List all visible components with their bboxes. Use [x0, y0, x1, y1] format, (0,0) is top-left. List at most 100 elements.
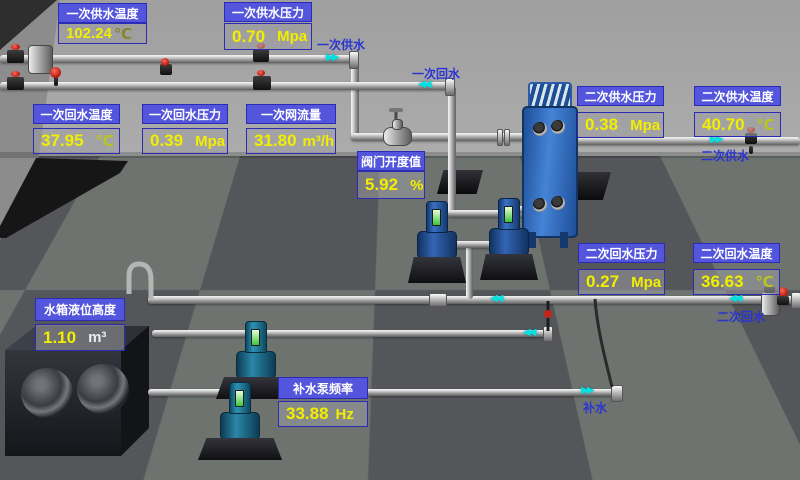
control-valve-bonnet [392, 119, 403, 130]
pipe-label-primary-supply: 一次供水 [317, 36, 365, 53]
value-number: 0.27 [586, 272, 619, 292]
value-unit: m³ [88, 329, 106, 346]
pipe-label-secondary-supply: 二次供水 [701, 147, 749, 164]
shutoff-valve [777, 296, 789, 305]
value-unit: Hz [336, 406, 354, 423]
panel-value: 31.80 m³/h [246, 128, 336, 154]
exchanger-port [533, 198, 547, 212]
pump-motor [498, 198, 520, 230]
panel-label: 水箱液位高度 [35, 298, 125, 321]
panel-value: 33.88 Hz [278, 401, 368, 427]
panel-secondary-return-temp[interactable]: 二次回水温度 36.63 ℃ [693, 243, 780, 295]
value-unit: Mpa [631, 274, 661, 291]
value-number: 0.39 [150, 131, 183, 151]
tank-fill-pipe [129, 264, 151, 299]
strainer-pot [28, 45, 53, 74]
value-number: 36.63 [701, 272, 744, 292]
value-unit: ℃ [757, 116, 775, 134]
heat-exchanger-leg [560, 232, 568, 248]
panel-value: 37.95 ℃ [33, 128, 120, 154]
exchanger-port [551, 120, 565, 134]
panel-secondary-supply-pressure[interactable]: 二次供水压力 0.38 Mpa [577, 86, 664, 138]
pump-base [408, 257, 466, 283]
panel-label: 一次供水温度 [58, 3, 147, 23]
drain-valve-icon [50, 67, 61, 78]
panel-value: 0.27 Mpa [578, 269, 665, 295]
shutoff-valve [253, 76, 271, 90]
panel-tank-level[interactable]: 水箱液位高度 1.10 m³ [35, 298, 125, 351]
pump-motor [229, 382, 251, 414]
panel-primary-flow[interactable]: 一次网流量 31.80 m³/h [246, 104, 336, 154]
panel-label: 二次供水压力 [577, 86, 664, 106]
valve-stub [749, 146, 753, 154]
pump-run-indicator [251, 329, 260, 346]
valve-handle-icon [11, 44, 20, 50]
pump-body [417, 231, 457, 259]
exchanger-port [551, 196, 565, 210]
value-number: 5.92 [365, 175, 398, 195]
panel-makeup-pump-freq[interactable]: 补水泵频率 33.88 Hz [278, 377, 368, 427]
makeup-riser-line [595, 299, 612, 387]
shutoff-valve [7, 77, 24, 90]
panel-value: 102.24 ℃ [58, 23, 147, 44]
flow-arrow-left-icon: ◀◀ [490, 293, 501, 305]
pump-run-indicator [432, 209, 441, 226]
pump-run-indicator [235, 390, 244, 407]
panel-value: 0.70 Mpa [224, 23, 312, 50]
panel-primary-return-temp[interactable]: 一次回水温度 37.95 ℃ [33, 104, 120, 154]
pipe-label-primary-return: 一次回水 [412, 65, 460, 82]
valve-handle-icon [11, 71, 20, 77]
pipe-label-secondary-return: 二次回水 [717, 308, 765, 325]
panel-secondary-supply-temp[interactable]: 二次供水温度 40.70 ℃ [694, 86, 781, 137]
exchanger-port [533, 122, 547, 136]
shutoff-valve [7, 50, 24, 63]
control-valve-handle [389, 108, 403, 112]
panel-label: 补水泵频率 [278, 377, 368, 399]
value-number: 37.95 [41, 131, 84, 151]
hmi-heating-station-screen: ▶▶ ◀◀ ▶▶ ◀◀ ◀◀ ◀◀ ▶▶ 一次供水 一次回水 二次供水 二次回水… [0, 0, 800, 480]
valve-handle-icon [161, 58, 169, 66]
panel-label: 一次回水温度 [33, 104, 120, 124]
value-number: 31.80 [254, 131, 297, 151]
panel-secondary-return-pressure[interactable]: 二次回水压力 0.27 Mpa [578, 243, 665, 295]
valve-handle-icon [257, 70, 265, 76]
panel-value: 0.38 Mpa [577, 112, 664, 138]
thin-pipes-overlay [0, 0, 800, 480]
flow-arrow-left-icon: ◀◀ [523, 327, 534, 339]
value-unit: m³/h [303, 133, 335, 150]
panel-value: 1.10 m³ [35, 324, 125, 351]
panel-value: 5.92 % [357, 171, 425, 199]
value-number: 0.70 [232, 27, 265, 47]
panel-primary-supply-temp[interactable]: 一次供水温度 102.24 ℃ [58, 3, 147, 44]
panel-value: 0.39 Mpa [142, 128, 228, 154]
value-unit: Mpa [630, 117, 660, 134]
circulation-pump-2[interactable] [480, 198, 538, 280]
panel-label: 一次供水压力 [224, 2, 312, 22]
value-unit: ℃ [114, 25, 132, 43]
value-unit: % [410, 177, 423, 194]
circulation-pump-1[interactable] [408, 201, 466, 283]
branch-valve-icon [544, 310, 552, 318]
value-unit: ℃ [756, 273, 774, 291]
panel-value: 40.70 ℃ [694, 112, 781, 137]
shutoff-valve [253, 49, 269, 62]
panel-label: 一次回水压力 [142, 104, 228, 124]
panel-primary-return-pressure[interactable]: 一次回水压力 0.39 Mpa [142, 104, 228, 154]
value-number: 33.88 [286, 404, 329, 424]
flow-arrow-right-icon: ▶▶ [581, 385, 592, 397]
pipe-label-makeup: 补水 [583, 399, 607, 416]
value-number: 40.70 [702, 115, 745, 135]
pump-base [198, 438, 282, 460]
panel-primary-supply-pressure[interactable]: 一次供水压力 0.70 Mpa [224, 2, 312, 50]
value-unit: Mpa [195, 133, 225, 150]
panel-value: 36.63 ℃ [693, 269, 780, 295]
pump-run-indicator [504, 206, 513, 223]
panel-label: 二次回水温度 [693, 243, 780, 263]
makeup-pump-2[interactable] [198, 382, 282, 460]
value-number: 1.10 [43, 328, 76, 348]
value-unit: ℃ [96, 132, 114, 150]
panel-label: 阀门开度值 [357, 151, 425, 171]
panel-label: 二次回水压力 [578, 243, 665, 263]
panel-valve-opening[interactable]: 阀门开度值 5.92 % [357, 151, 425, 199]
pump-body [489, 228, 529, 256]
